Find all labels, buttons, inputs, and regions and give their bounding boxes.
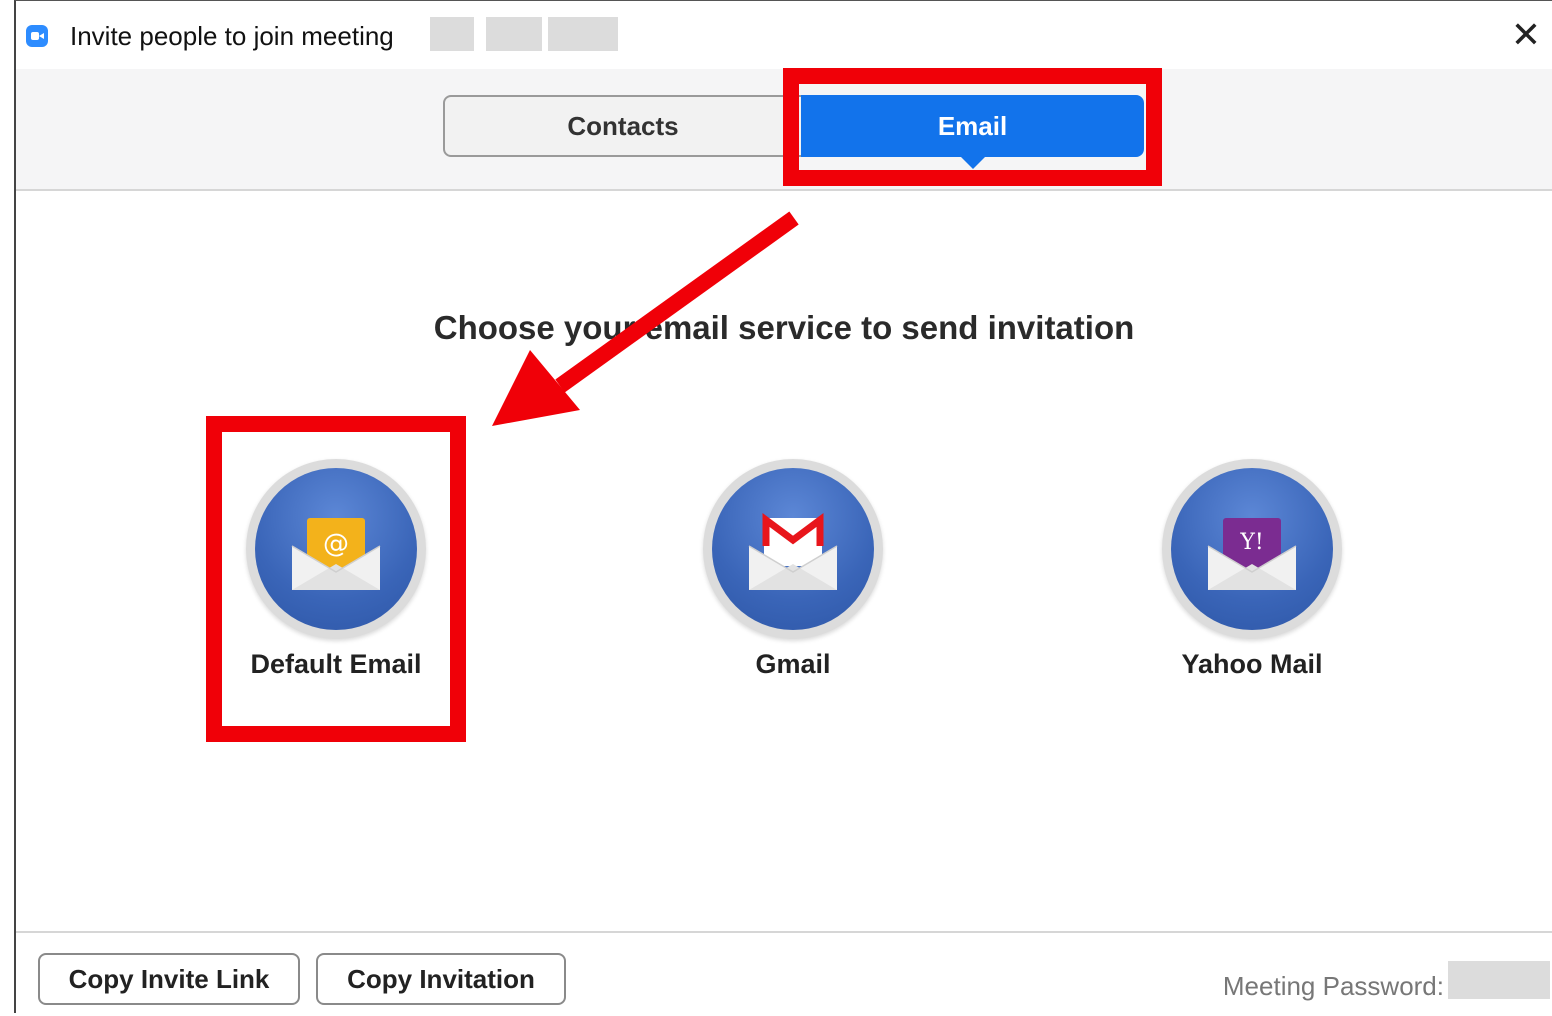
svg-text:Y!: Y! — [1239, 530, 1263, 555]
close-icon[interactable]: ✕ — [1506, 15, 1546, 55]
redacted-password — [1448, 961, 1550, 999]
copy-invitation-button[interactable]: Copy Invitation — [316, 953, 566, 1005]
footer: Copy Invite Link Copy Invitation Meeting… — [16, 931, 1552, 1016]
service-label: Yahoo Mail — [1181, 649, 1323, 679]
service-gmail[interactable]: Gmail — [663, 459, 923, 680]
service-label: Gmail — [755, 649, 831, 679]
meeting-password-label: Meeting Password: — [1222, 971, 1444, 1001]
redacted-meeting-id — [486, 17, 542, 51]
title-bar: Invite people to join meeting ✕ — [16, 1, 1552, 69]
gmail-icon — [703, 459, 883, 639]
redacted-meeting-id — [430, 17, 474, 51]
tab-contacts[interactable]: Contacts — [443, 95, 803, 157]
service-yahoo-mail[interactable]: Y! Yahoo Mail — [1122, 459, 1382, 680]
tab-bar: Contacts Email — [16, 69, 1552, 191]
page-heading: Choose your email service to send invita… — [433, 309, 1135, 346]
service-label: Default Email — [250, 649, 422, 679]
service-default-email[interactable]: @ Default Email — [206, 459, 466, 680]
zoom-app-icon — [26, 25, 48, 47]
envelope-at-icon: @ — [246, 459, 426, 639]
copy-invite-link-button[interactable]: Copy Invite Link — [38, 953, 300, 1005]
svg-text:@: @ — [323, 529, 349, 559]
tab-email-label: Email — [937, 110, 1008, 141]
tab-contacts-label: Contacts — [567, 110, 679, 141]
tab-email[interactable]: Email — [801, 95, 1144, 169]
window-title: Invite people to join meeting — [70, 21, 394, 51]
invite-dialog: Invite people to join meeting ✕ Contacts… — [14, 0, 1552, 1013]
redacted-meeting-id — [548, 17, 618, 51]
yahoo-mail-icon: Y! — [1162, 459, 1342, 639]
